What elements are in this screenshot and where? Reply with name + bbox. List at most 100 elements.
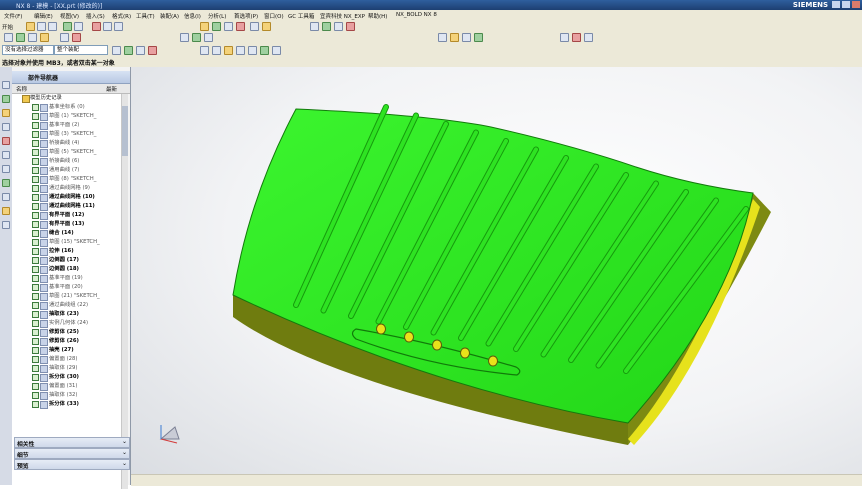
tree-item[interactable]: 拆分体 (33) bbox=[12, 400, 122, 409]
checkbox[interactable] bbox=[32, 212, 39, 219]
preview-panel[interactable]: 预览 ⌄ bbox=[14, 459, 130, 470]
tree-item[interactable]: 基准平面 (20) bbox=[12, 283, 122, 292]
menu-analysis[interactable]: 分析(L) bbox=[208, 12, 226, 20]
tree-item[interactable]: 修剪体 (26) bbox=[12, 337, 122, 346]
point-constructor-icon[interactable] bbox=[272, 46, 281, 55]
tree-item[interactable]: 修剪体 (25) bbox=[12, 328, 122, 337]
arc-center-icon[interactable] bbox=[212, 46, 221, 55]
checkbox[interactable] bbox=[32, 158, 39, 165]
datum-axis-icon[interactable] bbox=[72, 33, 81, 42]
offset-face-icon[interactable] bbox=[572, 33, 581, 42]
close-button[interactable] bbox=[852, 1, 860, 8]
checkbox[interactable] bbox=[32, 248, 39, 255]
open-icon[interactable] bbox=[37, 22, 46, 31]
tree-item[interactable]: 边倒圆 (17) bbox=[12, 256, 122, 265]
spline-icon[interactable] bbox=[40, 33, 49, 42]
tree-item[interactable]: 草图 (15) "SKETCH_ bbox=[12, 238, 122, 247]
menu-assembly[interactable]: 装配(A) bbox=[160, 12, 179, 20]
copy-icon[interactable] bbox=[103, 22, 112, 31]
tree-item[interactable]: 桥接曲线 (4) bbox=[12, 139, 122, 148]
save-icon[interactable] bbox=[48, 22, 57, 31]
pan-icon[interactable] bbox=[346, 22, 355, 31]
line-icon[interactable] bbox=[16, 33, 25, 42]
menu-preferences[interactable]: 首选项(P) bbox=[234, 12, 258, 20]
system-materials-icon[interactable] bbox=[2, 179, 10, 187]
tree-item[interactable]: 边倒圆 (18) bbox=[12, 265, 122, 274]
checkbox[interactable] bbox=[32, 203, 39, 210]
tree-item[interactable]: 桥接曲线 (6) bbox=[12, 157, 122, 166]
tree-item[interactable]: 基准平面 (19) bbox=[12, 274, 122, 283]
history-icon[interactable] bbox=[2, 165, 10, 173]
zoom-icon[interactable] bbox=[322, 22, 331, 31]
mesh-surface-icon[interactable] bbox=[450, 33, 459, 42]
tree-item[interactable]: 通过曲线网格 (11) bbox=[12, 202, 122, 211]
checkbox[interactable] bbox=[32, 401, 39, 408]
edge-blend-icon[interactable] bbox=[250, 22, 259, 31]
menu-nx-bold[interactable]: NX_BOLD NX 8 bbox=[396, 12, 437, 18]
checkbox[interactable] bbox=[32, 365, 39, 372]
point-icon[interactable] bbox=[4, 33, 13, 42]
tree-item[interactable]: 拆分体 (30) bbox=[12, 373, 122, 382]
tree-item[interactable]: 草图 (5) "SKETCH_ bbox=[12, 148, 122, 157]
navigator-scrollbar[interactable] bbox=[121, 94, 128, 489]
tree-item[interactable]: 实例几何体 (24) bbox=[12, 319, 122, 328]
mid-point-icon[interactable] bbox=[136, 46, 145, 55]
dependencies-panel[interactable]: 相关性 ⌄ bbox=[14, 437, 130, 448]
checkbox[interactable] bbox=[32, 140, 39, 147]
tree-item[interactable]: 草图 (1) "SKETCH_ bbox=[12, 112, 122, 121]
menu-edit[interactable]: 编辑(E) bbox=[34, 12, 53, 20]
checkbox[interactable] bbox=[32, 230, 39, 237]
menu-file[interactable]: 文件(F) bbox=[4, 12, 22, 20]
snap-point-icon[interactable] bbox=[112, 46, 121, 55]
checkbox[interactable] bbox=[32, 185, 39, 192]
new-icon[interactable] bbox=[26, 22, 35, 31]
scrollbar-thumb[interactable] bbox=[122, 106, 128, 156]
column-latest[interactable]: 最新 bbox=[106, 85, 117, 93]
selection-scope-select[interactable]: 整个装配 bbox=[54, 45, 108, 55]
menu-format[interactable]: 格式(R) bbox=[112, 12, 131, 20]
checkbox[interactable] bbox=[32, 329, 39, 336]
checkbox[interactable] bbox=[32, 194, 39, 201]
checkbox[interactable] bbox=[32, 122, 39, 129]
checkbox[interactable] bbox=[32, 383, 39, 390]
process-studio-icon[interactable] bbox=[2, 193, 10, 201]
checkbox[interactable] bbox=[32, 392, 39, 399]
checkbox[interactable] bbox=[32, 176, 39, 183]
checkbox[interactable] bbox=[32, 374, 39, 381]
unite-icon[interactable] bbox=[180, 33, 189, 42]
undo-icon[interactable] bbox=[63, 22, 72, 31]
part-navigator-icon[interactable] bbox=[2, 109, 10, 117]
tree-item[interactable]: 草图 (3) "SKETCH_ bbox=[12, 130, 122, 139]
tree-item[interactable]: 通过曲线组 (22) bbox=[12, 301, 122, 310]
revolve-icon[interactable] bbox=[224, 22, 233, 31]
quadrant-point-icon[interactable] bbox=[224, 46, 233, 55]
tree-root[interactable]: 模型历史记录 bbox=[12, 94, 122, 103]
hd3d-tools-icon[interactable] bbox=[2, 137, 10, 145]
constraint-navigator-icon[interactable] bbox=[2, 95, 10, 103]
details-panel[interactable]: 细节 ⌄ bbox=[14, 448, 130, 459]
checkbox[interactable] bbox=[32, 131, 39, 138]
tree-item[interactable]: 草图 (21) "SKETCH_ bbox=[12, 292, 122, 301]
end-point-icon[interactable] bbox=[124, 46, 133, 55]
tree-item[interactable]: 抽取体 (23) bbox=[12, 310, 122, 319]
maximize-button[interactable] bbox=[842, 1, 850, 8]
checkbox[interactable] bbox=[32, 239, 39, 246]
trim-icon[interactable] bbox=[462, 33, 471, 42]
menu-window[interactable]: 窗口(O) bbox=[264, 12, 284, 20]
arc-icon[interactable] bbox=[28, 33, 37, 42]
checkbox[interactable] bbox=[32, 104, 39, 111]
intersect-icon[interactable] bbox=[204, 33, 213, 42]
tree-item[interactable]: 草图 (8) "SKETCH_ bbox=[12, 175, 122, 184]
reuse-library-icon[interactable] bbox=[2, 123, 10, 131]
tree-item[interactable]: 抽取体 (29) bbox=[12, 364, 122, 373]
column-name[interactable]: 名称 bbox=[16, 85, 27, 93]
checkbox[interactable] bbox=[32, 257, 39, 264]
tree-item[interactable]: 通过曲线网格 (9) bbox=[12, 184, 122, 193]
tree-item[interactable]: 拉伸 (16) bbox=[12, 247, 122, 256]
extrude-icon[interactable] bbox=[212, 22, 221, 31]
checkbox[interactable] bbox=[32, 356, 39, 363]
tree-item[interactable]: 抽取体 (32) bbox=[12, 391, 122, 400]
menu-insert[interactable]: 插入(S) bbox=[86, 12, 105, 20]
tree-item[interactable]: 偏置面 (28) bbox=[12, 355, 122, 364]
subtract-icon[interactable] bbox=[192, 33, 201, 42]
